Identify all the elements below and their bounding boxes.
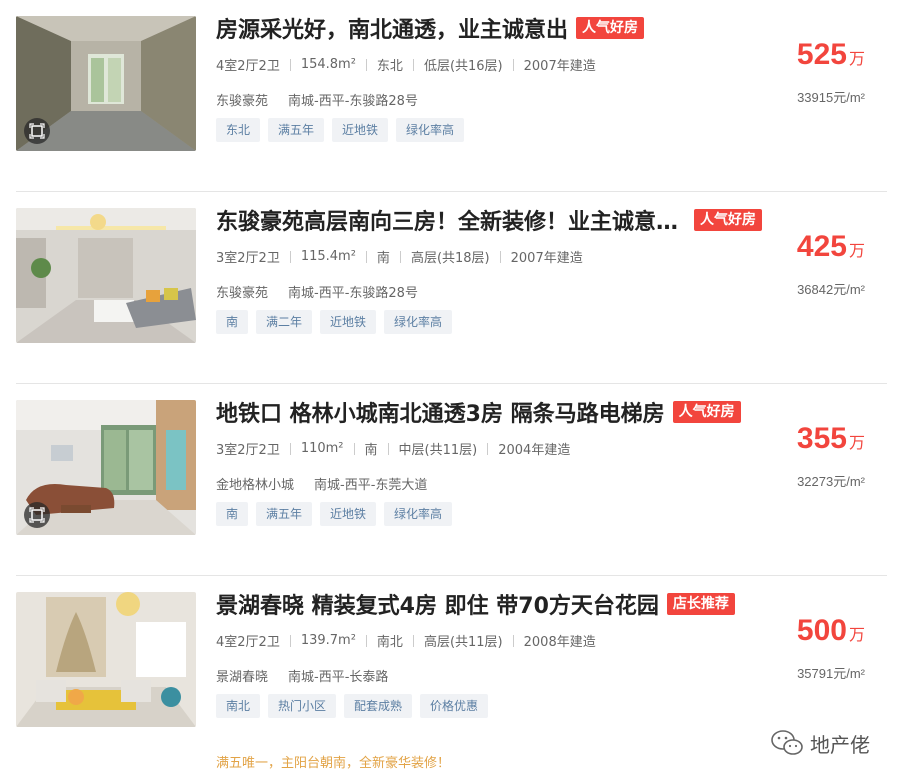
listing-title[interactable]: 景湖春晓 精装复式4房 即住 带70方天台花园: [216, 588, 659, 620]
feature-tag: 近地铁: [332, 118, 389, 142]
floor-area: 115.4m²: [300, 249, 356, 264]
vr-view-icon[interactable]: [24, 502, 50, 528]
feature-tag: 绿化率高: [384, 310, 453, 334]
listing-title[interactable]: 东骏豪苑高层南向三房！全新装修！业主诚意出售: [216, 204, 686, 236]
feature-tags: 南北 热门小区 配套成熟 价格优惠: [216, 694, 496, 718]
build-year: 2007年建造: [510, 251, 583, 266]
watermark-text: 地产佬: [810, 732, 870, 757]
price-unit: 万: [848, 49, 865, 68]
listing-highlight-note: 满五唯一，主阳台朝南，全新豪华装修！: [216, 756, 451, 771]
listing-photo[interactable]: [16, 400, 196, 535]
floor-level: 高层(共18层): [410, 251, 490, 266]
community-link[interactable]: 景湖春晓: [216, 666, 268, 685]
floor-area: 139.7m²: [300, 633, 356, 648]
feature-tag: 热门小区: [268, 694, 337, 718]
build-year: 2007年建造: [523, 59, 596, 74]
listing-info: 3室2厅2卫 115.4m² 南 高层(共18层) 2007年建造: [216, 247, 583, 266]
price-value: 355: [796, 422, 847, 455]
floor-level: 低层(共16层): [423, 59, 503, 74]
feature-tag: 价格优惠: [420, 694, 489, 718]
feature-tag: 南: [216, 502, 249, 526]
unit-price: 33915元/m²: [797, 90, 865, 105]
room-layout: 3室2厅2卫: [216, 443, 280, 458]
listing-photo[interactable]: [16, 592, 196, 727]
total-price: 525 万: [797, 38, 865, 72]
orientation: 南: [364, 443, 378, 458]
address: 南城-西平-东莞大道: [314, 478, 428, 493]
watermark: 地产佬: [770, 728, 870, 758]
unit-price: 32273元/m²: [797, 474, 865, 489]
orientation: 南北: [376, 635, 403, 650]
feature-tags: 东北 满五年 近地铁 绿化率高: [216, 118, 472, 142]
community-link[interactable]: 金地格林小城: [216, 474, 294, 493]
orientation: 南: [376, 251, 390, 266]
total-price: 355 万: [797, 422, 865, 456]
feature-tag: 绿化率高: [384, 502, 453, 526]
floor-level: 高层(共11层): [423, 635, 503, 650]
listing-card[interactable]: 景湖春晓 精装复式4房 即住 带70方天台花园 店长推荐 4室2厅2卫 139.…: [16, 576, 887, 783]
listing-photo[interactable]: [16, 16, 196, 151]
feature-tags: 南 满五年 近地铁 绿化率高: [216, 502, 460, 526]
address: 南城-西平-长泰路: [288, 670, 389, 685]
total-price: 425 万: [797, 230, 865, 264]
manager-recommend-badge: 店长推荐: [666, 593, 735, 615]
feature-tags: 南 满二年 近地铁 绿化率高: [216, 310, 460, 334]
feature-tag: 近地铁: [320, 310, 377, 334]
feature-tag: 东北: [216, 118, 261, 142]
feature-tag: 满五年: [268, 118, 325, 142]
popular-badge: 人气好房: [694, 209, 762, 231]
feature-tag: 满五年: [256, 502, 313, 526]
price-unit: 万: [848, 625, 865, 644]
floor-area: 110m²: [300, 441, 344, 456]
popular-badge: 人气好房: [672, 401, 741, 423]
community-link[interactable]: 东骏豪苑: [216, 282, 268, 301]
floor-area: 154.8m²: [300, 57, 356, 72]
popular-badge: 人气好房: [576, 17, 645, 39]
price-unit: 万: [848, 241, 865, 260]
room-layout: 4室2厅2卫: [216, 635, 280, 650]
feature-tag: 配套成熟: [344, 694, 413, 718]
community-link[interactable]: 东骏豪苑: [216, 90, 268, 109]
build-year: 2008年建造: [523, 635, 596, 650]
listing-card[interactable]: 东骏豪苑高层南向三房！全新装修！业主诚意出售 人气好房 3室2厅2卫 115.4…: [16, 192, 887, 384]
listing-info: 4室2厅2卫 154.8m² 东北 低层(共16层) 2007年建造: [216, 55, 596, 74]
feature-tag: 近地铁: [320, 502, 377, 526]
address: 南城-西平-东骏路28号: [288, 94, 418, 109]
room-photo-image: [16, 208, 196, 343]
address: 南城-西平-东骏路28号: [288, 286, 418, 301]
feature-tag: 南北: [216, 694, 261, 718]
floor-level: 中层(共11层): [398, 443, 478, 458]
unit-price: 36842元/m²: [797, 282, 865, 297]
total-price: 500 万: [797, 614, 865, 648]
listing-card[interactable]: 地铁口 格林小城南北通透3房 隔条马路电梯房 人气好房 3室2厅2卫 110m²…: [16, 384, 887, 576]
build-year: 2004年建造: [498, 443, 571, 458]
room-photo-image: [16, 592, 196, 727]
feature-tag: 绿化率高: [396, 118, 465, 142]
listing-title[interactable]: 房源采光好，南北通透，业主诚意出: [216, 12, 568, 44]
listing-card[interactable]: 房源采光好，南北通透，业主诚意出 人气好房 4室2厅2卫 154.8m² 东北 …: [16, 0, 887, 192]
unit-price: 35791元/m²: [797, 666, 865, 681]
listing-info: 4室2厅2卫 139.7m² 南北 高层(共11层) 2008年建造: [216, 631, 596, 650]
orientation: 东北: [376, 59, 403, 74]
room-layout: 4室2厅2卫: [216, 59, 280, 74]
feature-tag: 南: [216, 310, 249, 334]
vr-view-icon[interactable]: [24, 118, 50, 144]
price-value: 425: [796, 230, 847, 263]
listing-title[interactable]: 地铁口 格林小城南北通透3房 隔条马路电梯房: [216, 396, 665, 428]
price-value: 500: [796, 614, 847, 647]
listing-info: 3室2厅2卫 110m² 南 中层(共11层) 2004年建造: [216, 439, 570, 458]
listing-photo[interactable]: [16, 208, 196, 343]
price-value: 525: [796, 38, 847, 71]
price-unit: 万: [848, 433, 865, 452]
wechat-icon: [771, 730, 803, 755]
room-layout: 3室2厅2卫: [216, 251, 280, 266]
feature-tag: 满二年: [256, 310, 313, 334]
